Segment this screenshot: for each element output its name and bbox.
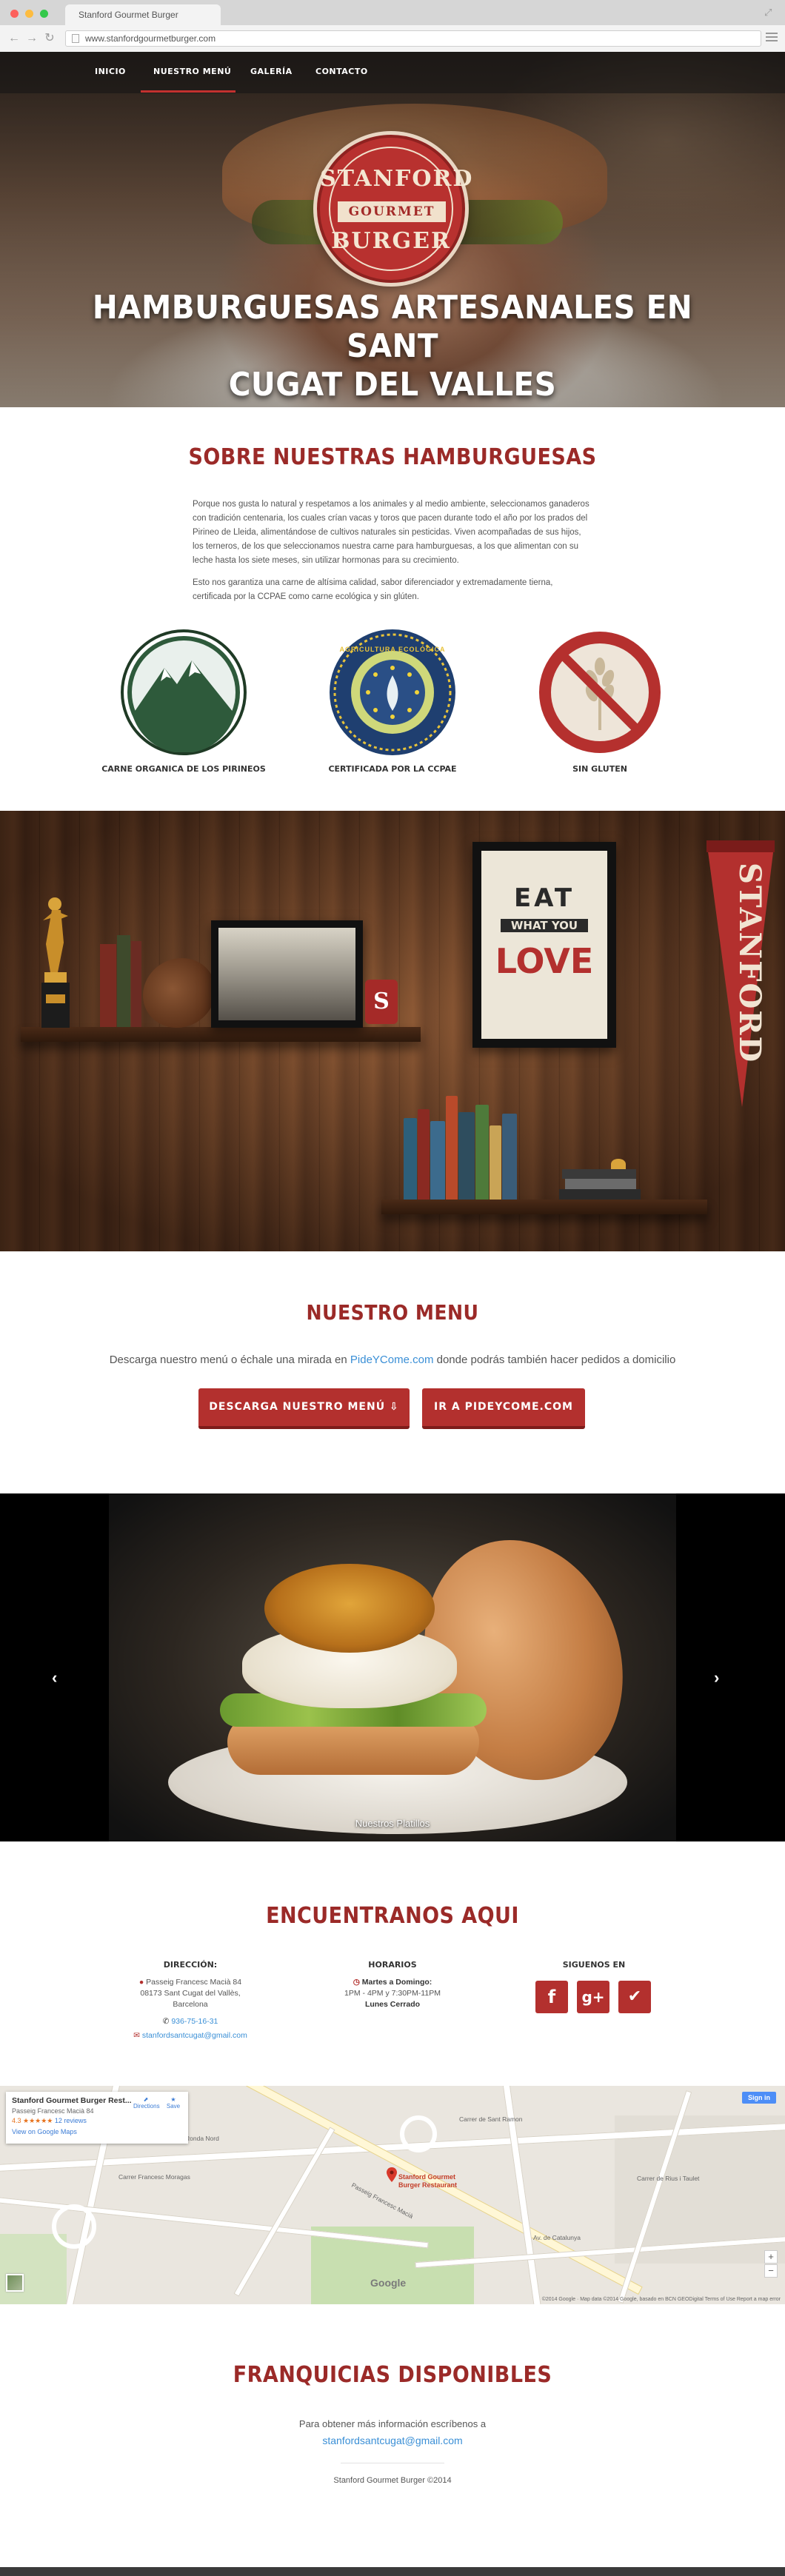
- franchise-email-link[interactable]: stanfordsantcugat@gmail.com: [322, 2435, 462, 2446]
- no-gluten-icon: [537, 629, 663, 755]
- franchise-title: FRANQUICIAS DISPONIBLES: [233, 2362, 552, 2388]
- hours-block: ◷ Martes a Domingo: 1PM - 4PM y 7:30PM-1…: [344, 1978, 441, 2009]
- nav-item-contacto[interactable]: CONTACTO: [315, 67, 368, 76]
- browser-menu-icon[interactable]: [766, 33, 778, 43]
- browser-tab[interactable]: Stanford Gourmet Burger: [65, 4, 221, 25]
- clock-icon: ◷: [353, 1978, 360, 1987]
- hero-section: INICIO NUESTRO MENÚ GALERÍA CONTACTO STA…: [0, 52, 785, 407]
- minimize-window-button[interactable]: [25, 10, 33, 18]
- address-bar[interactable]: www.stanfordgourmetburger.com: [65, 30, 761, 47]
- hours-title: HORARIOS: [368, 1960, 417, 1970]
- foursquare-icon[interactable]: ✔: [618, 1981, 651, 2013]
- address-title: DIRECCIÓN:: [163, 1960, 218, 1970]
- trophy-icon: [39, 891, 73, 1028]
- zoom-in-button[interactable]: +: [764, 2250, 778, 2264]
- nav-item-galeria[interactable]: GALERÍA: [250, 67, 293, 76]
- badge-caption-gluten: SIN GLUTEN: [572, 764, 627, 774]
- copyright: Stanford Gourmet Burger ©2014: [333, 2476, 452, 2485]
- about-paragraph-1: Porque nos gusta lo natural y respetamos…: [193, 500, 589, 565]
- pideycome-button[interactable]: IR A PIDEYCOME.COM: [422, 1388, 585, 1429]
- right-shelf: [381, 1200, 707, 1214]
- star-icon: ★: [170, 2096, 176, 2103]
- stanford-s-block: S: [365, 980, 398, 1024]
- satellite-toggle[interactable]: [6, 2274, 24, 2292]
- zoom-out-button[interactable]: −: [764, 2264, 778, 2278]
- team-photo-frame: [211, 920, 363, 1028]
- slide-burger-image: Nuestros Platillos: [109, 1493, 676, 1841]
- logo-text-bottom: BURGER: [331, 228, 451, 254]
- save-place-button[interactable]: ★ Save: [163, 2096, 184, 2110]
- hero-title: HAMBURGUESAS ARTESANALES EN SANT CUGAT D…: [92, 289, 693, 404]
- tab-strip: Stanford Gourmet Burger ⤢: [0, 0, 785, 25]
- view-on-google-maps-link[interactable]: View on Google Maps: [12, 2128, 182, 2135]
- organic-seal-icon: AGRICULTURA ECOLÓGICA: [330, 629, 455, 755]
- address-block: ● Passeig Francesc Macià 84 08173 Sant C…: [133, 1978, 247, 2040]
- franchise-text: Para obtener más información escríbenos …: [298, 2418, 487, 2429]
- map-reviews-link[interactable]: 12 reviews: [55, 2117, 87, 2124]
- eat-what-you-love-poster: EAT WHAT YOU LOVE: [472, 842, 616, 1048]
- map-place-card[interactable]: Stanford Gourmet Burger Rest... Passeig …: [6, 2092, 188, 2144]
- logo-ribbon: GOURMET: [338, 201, 446, 222]
- slider-prev-arrow-icon[interactable]: ‹: [52, 1668, 57, 1687]
- maximize-window-button[interactable]: [40, 10, 48, 18]
- find-us-title: ENCUENTRANOS AQUI: [266, 1903, 519, 1929]
- window-bottom-edge: [0, 2567, 785, 2576]
- email-link[interactable]: stanfordsantcugat@gmail.com: [142, 2031, 247, 2040]
- book-stack: [404, 1094, 552, 1200]
- logo-text-top: STANFORD: [320, 166, 474, 192]
- forward-arrow-icon[interactable]: →: [25, 32, 39, 45]
- menu-title: NUESTRO MENU: [306, 1300, 479, 1325]
- map-footer: ©2014 Google · Map data ©2014 Google, ba…: [541, 2297, 781, 2302]
- left-shelf: [21, 1027, 421, 1042]
- google-logo: Google: [370, 2277, 407, 2289]
- stanford-pennant: STANFORD: [704, 840, 778, 1107]
- email-icon: ✉: [133, 2031, 140, 2040]
- menu-description: Descarga nuestro menú o échale una mirad…: [109, 1354, 676, 1366]
- social-title: SIGUENOS EN: [562, 1960, 626, 1970]
- about-title: SOBRE NUESTRAS HAMBURGUESAS: [188, 444, 597, 470]
- back-arrow-icon[interactable]: ←: [7, 32, 21, 45]
- browser-chrome: Stanford Gourmet Burger ⤢ ← → ↻ www.stan…: [0, 0, 785, 52]
- about-paragraph-2: Esto nos garantiza una carne de altísima…: [193, 578, 553, 601]
- nav-item-inicio[interactable]: INICIO: [95, 67, 126, 76]
- map-pin-label: Stanford Gourmet Burger Restaurant: [398, 2173, 458, 2189]
- badge-caption-ccpae: CERTIFICADA POR LA CCPAE: [328, 764, 457, 774]
- seal-text: AGRICULTURA ECOLÓGICA: [339, 646, 446, 653]
- slide-caption: Nuestros Platillos: [355, 1818, 430, 1829]
- close-window-button[interactable]: [10, 10, 19, 18]
- url-text: www.stanfordgourmetburger.com: [85, 33, 216, 44]
- badge-caption-organic: CARNE ORGANICA DE LOS PIRINEOS: [101, 764, 266, 774]
- book-stanford: [100, 944, 116, 1027]
- pideycome-link[interactable]: PideYCome.com: [350, 1354, 434, 1366]
- decor-shelves-image: S EAT WHAT YOU LOVE STANFORD: [0, 811, 785, 1251]
- stacked-books: [559, 1159, 641, 1200]
- slider-next-arrow-icon[interactable]: ›: [714, 1668, 719, 1687]
- browser-toolbar: ← → ↻ www.stanfordgourmetburger.com: [0, 25, 785, 52]
- fullscreen-icon[interactable]: ⤢: [764, 7, 775, 18]
- map-signin-button[interactable]: Sign in: [742, 2092, 776, 2104]
- mountain-icon: [121, 629, 247, 755]
- reload-icon[interactable]: ↻: [43, 32, 56, 45]
- facebook-icon[interactable]: f: [535, 1981, 568, 2013]
- map-pin-icon[interactable]: [387, 2167, 397, 2182]
- directions-icon: ⬈: [143, 2096, 149, 2103]
- map-marker-icon: ●: [138, 1978, 144, 1987]
- dishes-slider: Nuestros Platillos ‹ ›: [0, 1493, 785, 1841]
- page-icon: [72, 34, 79, 43]
- google-plus-icon[interactable]: g+: [577, 1981, 609, 2013]
- stanford-logo: STANFORD GOURMET BURGER: [317, 135, 474, 283]
- directions-button[interactable]: ⬈ Directions: [133, 2096, 160, 2110]
- google-map[interactable]: Ronda Nord Carrer de Sant Ramon Passeig …: [0, 2086, 785, 2304]
- download-menu-button[interactable]: DESCARGA NUESTRO MENÚ ⇩: [198, 1388, 410, 1429]
- phone-number[interactable]: 936-75-16-31: [171, 2017, 218, 2026]
- nav-item-menu[interactable]: NUESTRO MENÚ: [153, 67, 231, 76]
- nav-active-indicator: [141, 90, 236, 93]
- phone-icon: ✆: [162, 2017, 170, 2026]
- main-nav: INICIO NUESTRO MENÚ GALERÍA CONTACTO: [0, 52, 785, 93]
